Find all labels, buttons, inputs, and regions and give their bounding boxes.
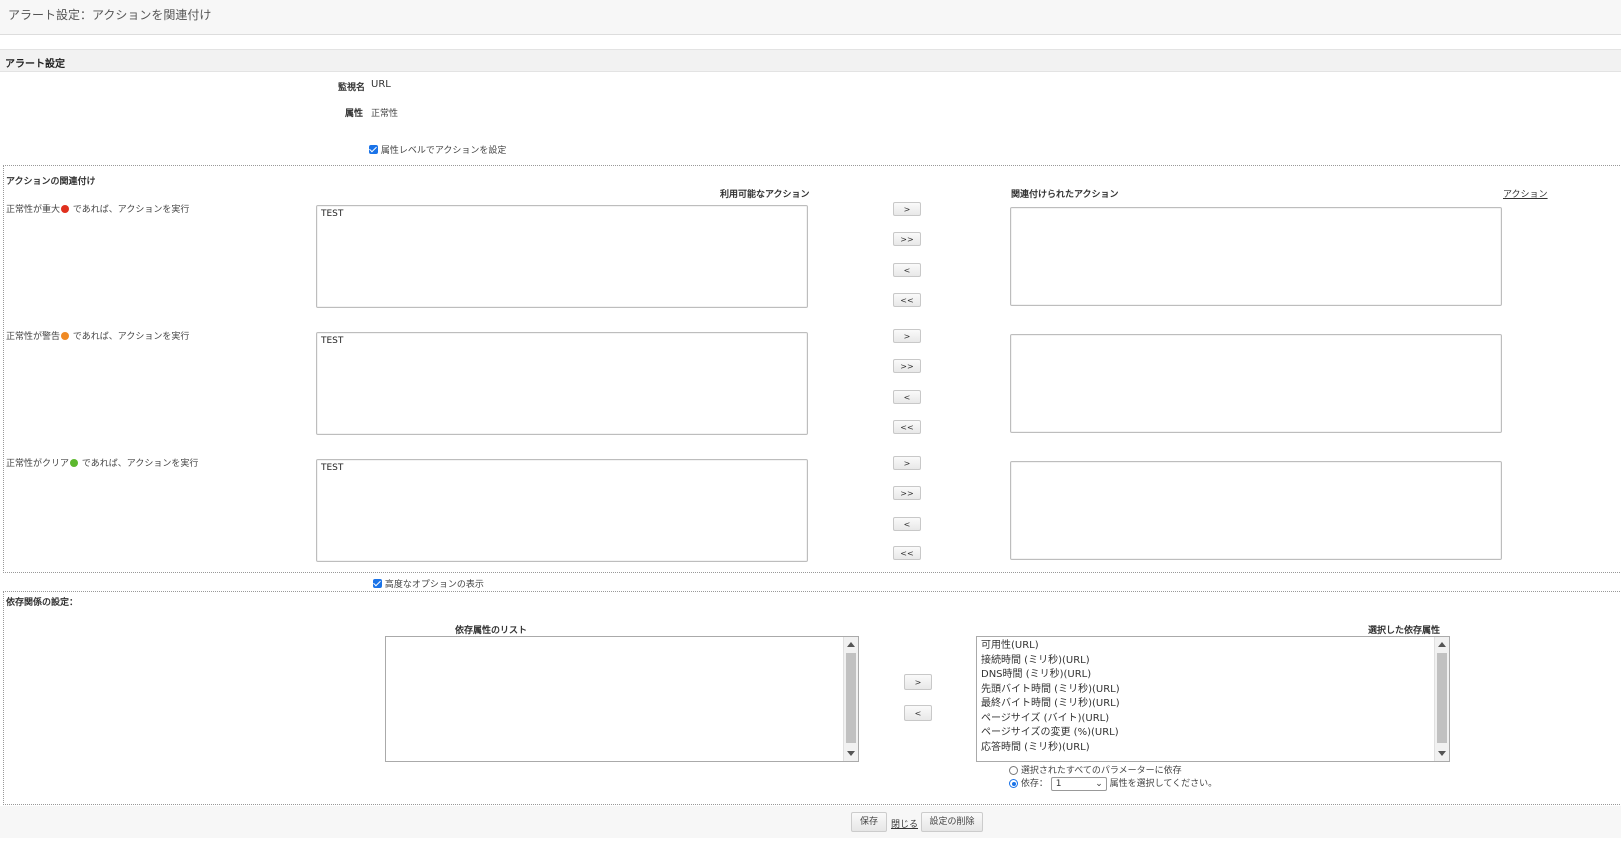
attribute-level-checkbox-label: 属性レベルでアクションを設定 [380,146,507,156]
dependency-suffix-label: 属性を選択してください。 [1109,779,1218,789]
scroll-down-icon[interactable] [847,751,855,756]
attribute-level-checkbox[interactable] [369,145,378,154]
scroll-up-icon[interactable] [847,642,855,647]
dependency-count-value: 1 [1055,778,1062,789]
scroll-down-icon[interactable] [1438,751,1446,756]
move-left-button[interactable]: < [893,390,921,404]
move-right-button[interactable]: > [893,329,921,343]
scrollbar[interactable] [1434,637,1449,761]
row-clear-label: 正常性がクリア であれば、アクションを実行 [6,456,198,469]
move-left-button[interactable]: < [893,517,921,531]
advanced-options-row[interactable]: 高度なオプションの表示 [373,577,484,590]
associated-actions-list-clear[interactable] [1010,461,1502,560]
move-all-right-button[interactable]: >> [893,486,921,500]
scroll-up-icon[interactable] [1438,642,1446,647]
list-item[interactable]: TEST [321,463,343,473]
delete-settings-button[interactable]: 設定の削除 [921,812,983,832]
selected-dependency-header: 選択した依存属性 [1368,626,1441,636]
radio-dependency-label: 依存： [1020,779,1048,789]
list-item[interactable]: TEST [321,336,343,346]
radio-dependency[interactable] [1009,779,1018,788]
scroll-thumb[interactable] [846,653,856,743]
dependency-attribute-list[interactable] [385,636,859,762]
move-right-button[interactable]: > [893,202,921,216]
dependency-move-left-button[interactable]: < [904,705,932,721]
row-critical-label: 正常性が重大 であれば、アクションを実行 [6,202,189,215]
monitor-name-label: 監視名 [338,83,366,93]
alert-settings-heading: アラート設定 [5,59,65,70]
dependency-heading: 依存関係の設定： [6,598,79,608]
save-button[interactable]: 保存 [851,812,887,832]
move-left-button[interactable]: < [893,263,921,277]
list-item[interactable]: 最終バイト時間 (ミリ秒)(URL) [981,697,1120,712]
scrollbar[interactable] [843,637,858,761]
list-item[interactable]: ページサイズの変更 (%)(URL) [981,726,1120,741]
move-all-left-button[interactable]: << [893,546,921,560]
row-critical-prefix: 正常性が重大 [6,205,61,215]
radio-all-row[interactable]: 選択されたすべてのパラメーターに依存 [1009,763,1182,776]
attribute-value: 正常性 [371,109,399,119]
available-actions-list-critical[interactable]: TEST [316,205,808,308]
warning-dot-icon [61,332,70,340]
move-all-left-button[interactable]: << [893,420,921,434]
selected-dependency-list[interactable]: 可用性(URL) 接続時間 (ミリ秒)(URL) DNS時間 (ミリ秒)(URL… [976,636,1450,762]
move-all-right-button[interactable]: >> [893,359,921,373]
close-link[interactable]: 閉じる [891,817,918,830]
footer-bar: 保存 閉じる 設定の削除 [0,806,1621,838]
associated-actions-list-warning[interactable] [1010,334,1502,433]
attribute-label: 属性 [345,109,364,119]
list-item[interactable]: 先頭バイト時間 (ミリ秒)(URL) [981,683,1120,698]
dependency-move-right-button[interactable]: > [904,674,932,690]
row-clear-suffix: であれば、アクションを実行 [81,459,199,469]
advanced-options-label: 高度なオプションの表示 [384,580,484,590]
radio-dependency-row[interactable]: 依存： 1 ⌄ 属性を選択してください。 [1009,776,1217,791]
selected-dependency-items: 可用性(URL) 接続時間 (ミリ秒)(URL) DNS時間 (ミリ秒)(URL… [981,639,1120,755]
dependency-count-select[interactable]: 1 ⌄ [1050,776,1107,791]
list-item[interactable]: ページサイズ (バイト)(URL) [981,712,1120,727]
move-right-button[interactable]: > [893,456,921,470]
associated-actions-header: 関連付けられたアクション [1011,190,1119,200]
critical-dot-icon [61,205,70,213]
row-clear-prefix: 正常性がクリア [6,459,70,469]
row-critical-suffix: であれば、アクションを実行 [72,205,190,215]
list-item[interactable]: DNS時間 (ミリ秒)(URL) [981,668,1120,683]
available-actions-list-warning[interactable]: TEST [316,332,808,435]
page-title: アラート設定：アクションを関連付け [8,8,212,22]
chevron-down-icon: ⌄ [1095,778,1103,789]
row-warning-suffix: であれば、アクションを実行 [72,332,190,342]
move-all-right-button[interactable]: >> [893,232,921,246]
available-actions-header: 利用可能なアクション [720,190,810,200]
radio-all-parameters[interactable] [1009,766,1018,775]
monitor-name-value: URL [371,79,391,90]
list-item[interactable]: 可用性(URL) [981,639,1120,654]
alert-settings-header: アラート設定 [0,49,1621,72]
row-warning-prefix: 正常性が警告 [6,332,61,342]
action-association-heading: アクションの関連付け [6,177,96,187]
scroll-thumb[interactable] [1437,653,1447,743]
available-actions-list-clear[interactable]: TEST [316,459,808,562]
radio-all-label: 選択されたすべてのパラメーターに依存 [1020,766,1182,776]
list-item[interactable]: 応答時間 (ミリ秒)(URL) [981,741,1120,756]
associated-actions-list-critical[interactable] [1010,207,1502,306]
list-item[interactable]: TEST [321,209,343,219]
advanced-options-checkbox[interactable] [373,579,382,588]
move-all-left-button[interactable]: << [893,293,921,307]
dependency-list-header: 依存属性のリスト [455,626,528,636]
title-bar: アラート設定：アクションを関連付け [0,0,1621,35]
row-warning-label: 正常性が警告 であれば、アクションを実行 [6,329,189,342]
attribute-level-checkbox-row[interactable]: 属性レベルでアクションを設定 [369,143,506,156]
list-item[interactable]: 接続時間 (ミリ秒)(URL) [981,654,1120,669]
clear-dot-icon [70,459,79,467]
actions-link[interactable]: アクション [1503,187,1548,200]
